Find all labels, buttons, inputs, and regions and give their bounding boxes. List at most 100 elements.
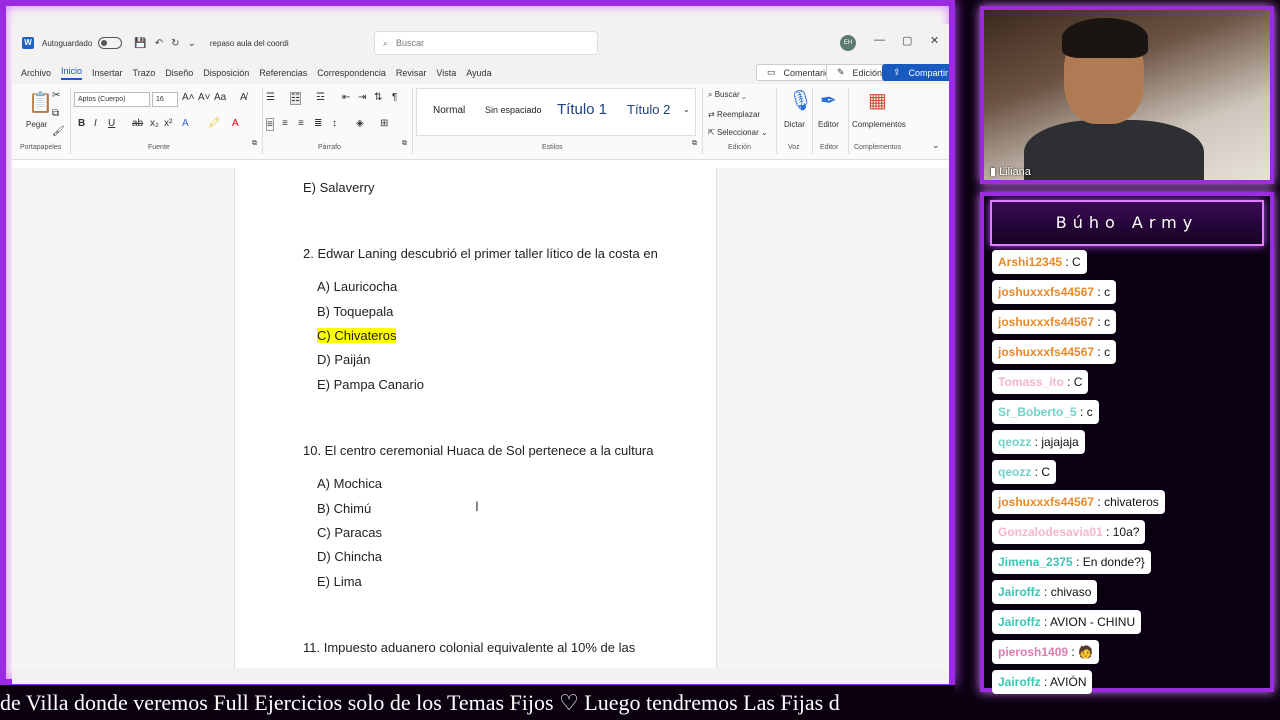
redo-icon[interactable]: ↻	[171, 38, 179, 49]
style-no-spacing[interactable]: Sin espaciado	[485, 105, 542, 115]
borders-icon[interactable]: ⊞	[380, 118, 388, 129]
chat-username: joshuxxxfs44567	[998, 315, 1095, 329]
option-10b: B) Chimú	[317, 501, 372, 516]
decrease-indent-icon[interactable]: ⇤	[342, 92, 350, 103]
grow-font-icon[interactable]: A˄	[182, 92, 195, 103]
editor-icon[interactable]: ✒	[820, 88, 837, 113]
superscript-icon[interactable]: x²	[164, 118, 172, 129]
emote-icon: 🧑	[1078, 645, 1094, 659]
style-normal[interactable]: Normal	[433, 105, 465, 116]
autosave-toggle[interactable]	[98, 37, 123, 49]
chat-message: joshuxxxfs44567 : chivateros	[992, 490, 1165, 514]
numbering-icon[interactable]: ☷	[290, 92, 301, 105]
replace-button[interactable]: ⇄ Reemplazar	[708, 110, 760, 119]
pencil-icon: ✎	[837, 67, 845, 77]
pilcrow-icon[interactable]: ¶	[392, 92, 397, 103]
tab-ayuda[interactable]: Ayuda	[466, 68, 491, 78]
comment-icon: ▭	[767, 67, 776, 77]
chat-username: Arshi12345	[998, 255, 1063, 269]
dictate-label[interactable]: Dictar	[784, 120, 805, 129]
dialog-launcher-icon[interactable]: ⧉	[252, 140, 257, 148]
dialog-launcher-icon[interactable]: ⧉	[402, 140, 407, 148]
save-icon[interactable]: 💾	[134, 38, 146, 49]
customize-icon[interactable]: ⌄	[188, 38, 196, 49]
document-page[interactable]: E) Salaverry 2. Edwar Laning descubrió e…	[234, 168, 717, 668]
undo-icon[interactable]: ↶	[155, 38, 163, 49]
share-icon: ⇪	[893, 67, 901, 77]
avatar[interactable]: EH	[840, 35, 856, 51]
close-icon[interactable]: ✕	[930, 34, 939, 47]
tab-trazo[interactable]: Trazo	[133, 68, 156, 78]
addins-icon[interactable]: ▦	[868, 88, 887, 113]
format-painter-icon[interactable]: 🖌	[52, 126, 65, 137]
style-heading-1[interactable]: Título 1	[557, 101, 607, 118]
paste-label[interactable]: Pegar	[26, 120, 47, 129]
line-spacing-icon[interactable]: ↕	[332, 118, 337, 129]
divider	[70, 88, 71, 154]
tab-referencias[interactable]: Referencias	[259, 68, 307, 78]
multilevel-list-icon[interactable]: ☲	[316, 92, 325, 103]
chat-username: Jimena_2375	[998, 555, 1073, 569]
font-name-select[interactable]: Aptos (Cuerpo)	[74, 92, 150, 107]
shrink-font-icon[interactable]: A˅	[198, 92, 211, 103]
addins-label[interactable]: Complementos	[852, 120, 906, 129]
justify-icon[interactable]: ≣	[314, 118, 322, 129]
document-name[interactable]: repaso aula del coordi	[210, 39, 289, 48]
collapse-ribbon-icon[interactable]: ⌄	[932, 140, 940, 151]
tab-vista[interactable]: Vista	[436, 68, 456, 78]
increase-indent-icon[interactable]: ⇥	[358, 92, 366, 103]
bold-icon[interactable]: B	[78, 118, 85, 129]
align-center-icon[interactable]: ≡	[282, 118, 288, 129]
restore-icon[interactable]: ▢	[902, 34, 912, 47]
style-heading-2[interactable]: Título 2	[627, 102, 670, 117]
gallery-scroll-icon[interactable]: ⌄	[683, 105, 690, 114]
highlight-icon[interactable]: 🖍	[208, 118, 221, 129]
tab-correspondencia[interactable]: Correspondencia	[317, 68, 386, 78]
tab-archivo[interactable]: Archivo	[21, 68, 51, 78]
find-label: Buscar	[714, 90, 740, 99]
copy-icon[interactable]: ⧉	[52, 108, 59, 119]
clear-format-icon[interactable]: A̸	[240, 92, 247, 103]
editor-label[interactable]: Editor	[818, 120, 839, 129]
italic-icon[interactable]: I	[94, 118, 97, 129]
tab-disposicion[interactable]: Disposición	[203, 68, 249, 78]
bullets-icon[interactable]: ☰	[266, 92, 275, 103]
align-right-icon[interactable]: ≡	[298, 118, 304, 129]
word-app-icon: W	[22, 37, 34, 49]
font-size-select[interactable]: 16	[152, 92, 178, 107]
chat-message: qeozz : C	[992, 460, 1057, 484]
chat-username: qeozz	[998, 465, 1032, 479]
chat-text: : c	[1094, 345, 1111, 359]
chat-text: : c	[1094, 315, 1111, 329]
search-box[interactable]: ⌕ Buscar	[374, 31, 598, 55]
find-button[interactable]: ⌕ Buscar ⌄	[708, 90, 746, 100]
minimize-icon[interactable]: —	[874, 34, 885, 46]
divider	[412, 88, 413, 154]
tab-insertar[interactable]: Insertar	[92, 68, 123, 78]
select-button[interactable]: ⇱ Seleccionar ⌄	[708, 128, 768, 137]
paste-icon[interactable]: 📋	[28, 90, 53, 115]
microphone-icon[interactable]: 🎙	[788, 88, 813, 113]
tab-diseno[interactable]: Diseño	[165, 68, 193, 78]
shading-icon[interactable]: ◈	[356, 118, 364, 129]
word-app: W Autoguardado 💾 ↶ ↻ ⌄ repaso aula del c…	[12, 24, 949, 684]
tab-inicio[interactable]: Inicio	[61, 66, 83, 80]
underline-icon[interactable]: U	[108, 118, 115, 129]
styles-gallery: Normal Sin espaciado Título 1 Título 2 ⌄	[416, 88, 696, 136]
align-left-icon[interactable]: ≡	[266, 118, 274, 131]
chat-message: pierosh1409 : 🧑	[992, 640, 1100, 664]
person-hair	[1062, 18, 1148, 58]
title-bar: W Autoguardado 💾 ↶ ↻ ⌄ repaso aula del c…	[12, 24, 949, 62]
chat-username: joshuxxxfs44567	[998, 345, 1095, 359]
change-case-icon[interactable]: Aa	[214, 92, 226, 103]
text-effects-icon[interactable]: A	[182, 118, 189, 129]
dialog-launcher-icon[interactable]: ⧉	[692, 140, 697, 148]
subscript-icon[interactable]: x₂	[150, 118, 159, 129]
strikethrough-icon[interactable]: ab	[132, 118, 143, 129]
cut-icon[interactable]: ✂	[52, 90, 60, 101]
font-color-icon[interactable]: A	[232, 118, 239, 129]
tab-revisar[interactable]: Revisar	[396, 68, 427, 78]
share-button[interactable]: ⇪ Compartir	[882, 64, 949, 81]
document-area[interactable]: E) Salaverry 2. Edwar Laning descubrió e…	[12, 168, 949, 668]
sort-icon[interactable]: ⇅	[374, 92, 382, 103]
